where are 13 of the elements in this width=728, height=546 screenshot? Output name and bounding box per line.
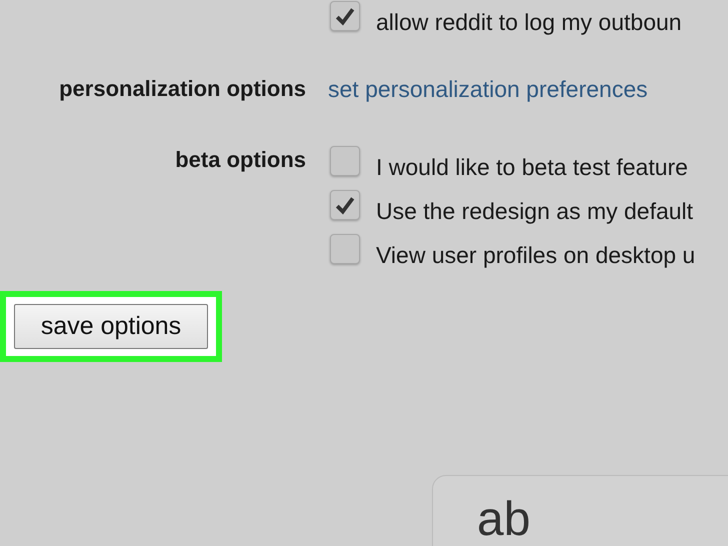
checkbox[interactable] [330, 234, 360, 264]
checkbox[interactable] [330, 1, 360, 31]
checkbox[interactable] [330, 190, 360, 220]
option-label: allow reddit to log my outboun [376, 8, 682, 36]
about-heading: ab [477, 496, 530, 544]
save-button[interactable]: save options [14, 304, 208, 349]
option-label: I would like to beta test feature [376, 154, 688, 180]
section-label: personalization options [59, 76, 306, 101]
option-label: View user profiles on desktop u [376, 242, 696, 268]
preferences-link[interactable]: set personalization preferences [328, 76, 648, 102]
option-label: Use the redesign as my default [376, 198, 694, 224]
checkbox[interactable] [330, 146, 360, 176]
section-label: beta options [175, 147, 306, 172]
